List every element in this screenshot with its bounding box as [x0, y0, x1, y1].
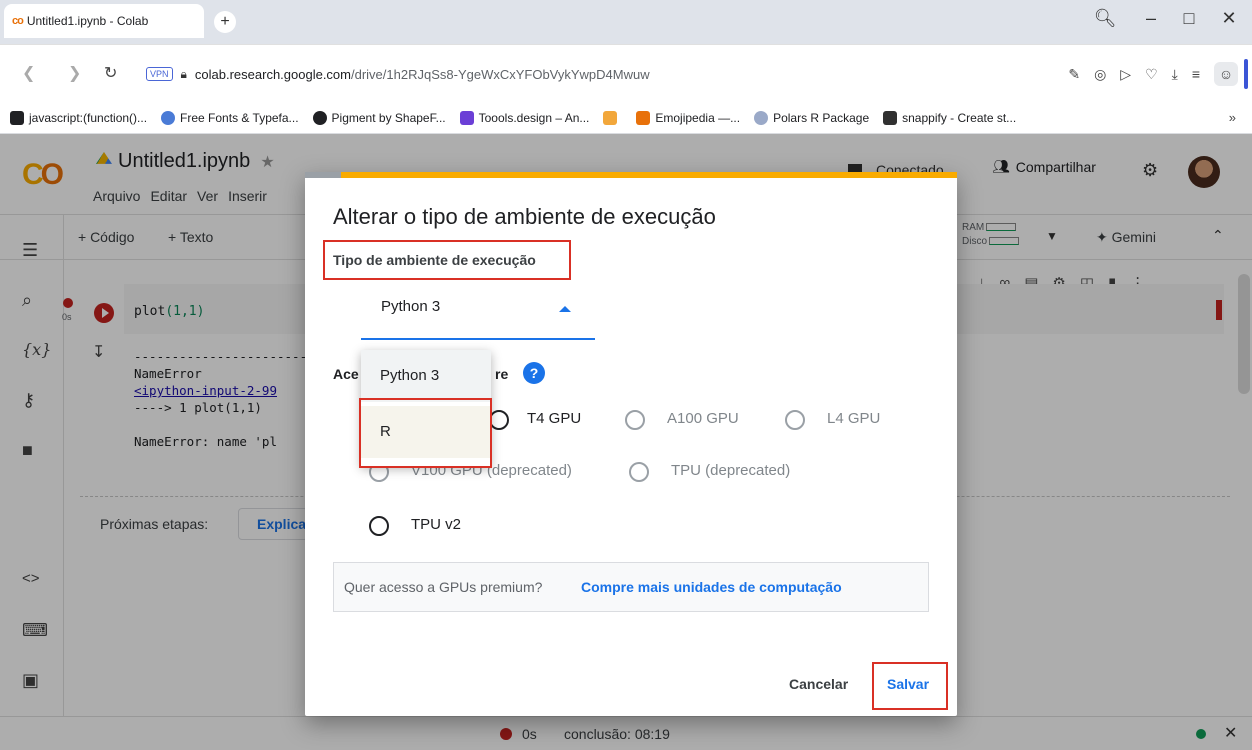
vpn-badge[interactable]: VPN: [146, 67, 173, 81]
radio-label-l4-gpu: L4 GPU: [827, 410, 881, 427]
back-icon[interactable]: ❮: [22, 63, 35, 83]
new-tab-button[interactable]: +: [214, 11, 236, 33]
caret-up-icon: [559, 306, 571, 312]
bookmark-item[interactable]: Emojipedia —...: [636, 110, 740, 125]
radio-label-tpu-deprecated: TPU (deprecated): [671, 462, 791, 479]
fonts-icon: [161, 110, 176, 125]
dialog-title: Alterar o tipo de ambiente de execução: [333, 204, 716, 229]
minimize-icon[interactable]: –: [1136, 8, 1166, 29]
radio-label-t4-gpu: T4 GPU: [527, 410, 582, 427]
address-bar: ❮ ❯ ↻ VPN 🔒︎ colab.research.google.com/d…: [0, 44, 1252, 102]
radio-tpu-v2[interactable]: [369, 516, 389, 536]
heart-icon[interactable]: ♡: [1145, 66, 1158, 83]
lock-icon[interactable]: 🔒︎: [181, 67, 187, 82]
reload-icon[interactable]: ↻: [104, 63, 117, 83]
bookmark-item[interactable]: [603, 110, 622, 125]
url-field[interactable]: VPN 🔒︎ colab.research.google.com/drive/1…: [140, 59, 1210, 89]
close-window-icon[interactable]: ✕: [1214, 8, 1244, 29]
premium-gpu-text: Quer acesso a GPUs premium?: [344, 579, 543, 595]
runtime-selected-value: Python 3: [381, 298, 441, 315]
camera-icon[interactable]: ◎: [1094, 66, 1106, 83]
file-icon: [10, 110, 24, 125]
runtime-type-select[interactable]: Python 3: [361, 284, 595, 340]
tab-title: Untitled1.ipynb - Colab: [26, 14, 149, 28]
radio-label-tpu-v2: TPU v2: [411, 516, 462, 533]
download-icon[interactable]: ⤓: [1172, 66, 1178, 83]
bookmark-item[interactable]: Free Fonts & Typefa...: [161, 110, 299, 125]
url-path: /drive/1h2RJqSs8-YgeWxCxYFObVykYwpD4Mwuw: [351, 66, 650, 82]
profile-icon[interactable]: ☺: [1214, 62, 1238, 86]
buy-compute-units-link[interactable]: Compre mais unidades de computação: [581, 579, 842, 595]
radio-l4-gpu[interactable]: [785, 410, 805, 430]
menu-lines-icon[interactable]: ≡: [1192, 66, 1200, 82]
help-icon[interactable]: ?: [523, 362, 545, 384]
address-bar-actions: ✎ ◎ ▷ ♡ ⤓ ≡ ☺: [1068, 62, 1238, 86]
emojipedia-icon: [636, 110, 651, 125]
search-tabs-icon[interactable]: 🔍︎: [1090, 8, 1120, 29]
bookmarks-bar: javascript:(function()... Free Fonts & T…: [0, 102, 1252, 134]
extension-icon: [603, 110, 618, 125]
save-highlight: [872, 662, 948, 710]
bookmark-item[interactable]: Toools.design – An...: [459, 110, 589, 125]
browser-tab[interactable]: co Untitled1.ipynb - Colab: [4, 4, 204, 38]
toools-icon: [459, 110, 474, 125]
accelerator-label-end: re: [495, 366, 509, 382]
snappify-icon: [883, 110, 898, 125]
radio-t4-gpu[interactable]: [489, 410, 509, 430]
runtime-label-highlight: [323, 240, 571, 280]
url-text: colab.research.google.com/drive/1h2RJqSs…: [195, 67, 650, 82]
bookmark-item[interactable]: javascript:(function()...: [10, 110, 147, 125]
option-r-highlight: [359, 398, 492, 468]
radio-tpu-deprecated[interactable]: [629, 462, 649, 482]
url-host: colab.research.google.com: [194, 66, 351, 82]
accelerator-label-start: Ace: [333, 366, 359, 382]
runtime-option-python3[interactable]: Python 3: [361, 350, 491, 402]
maximize-icon[interactable]: □: [1174, 8, 1204, 29]
bookmark-item[interactable]: Pigment by ShapeF...: [312, 110, 446, 125]
dialog-top-bar: [305, 172, 957, 178]
radio-label-a100-gpu: A100 GPU: [667, 410, 739, 427]
edit-icon[interactable]: ✎: [1068, 66, 1080, 83]
pigment-icon: [312, 110, 327, 125]
premium-gpu-banner: Quer acesso a GPUs premium? Compre mais …: [333, 562, 929, 612]
sidebar-edge: [1244, 59, 1248, 89]
browser-tabbar: co Untitled1.ipynb - Colab + 🔍︎ – □ ✕: [0, 0, 1252, 44]
forward-icon[interactable]: ❯: [68, 63, 81, 83]
radio-a100-gpu[interactable]: [625, 410, 645, 430]
colab-favicon-icon: co: [12, 15, 24, 27]
send-icon[interactable]: ▷: [1120, 66, 1131, 83]
cancel-button[interactable]: Cancelar: [789, 676, 848, 692]
bookmarks-more-icon[interactable]: »: [1229, 110, 1236, 125]
bookmark-item[interactable]: snappify - Create st...: [883, 110, 1016, 125]
polars-icon: [754, 110, 769, 125]
bookmark-item[interactable]: Polars R Package: [754, 110, 869, 125]
